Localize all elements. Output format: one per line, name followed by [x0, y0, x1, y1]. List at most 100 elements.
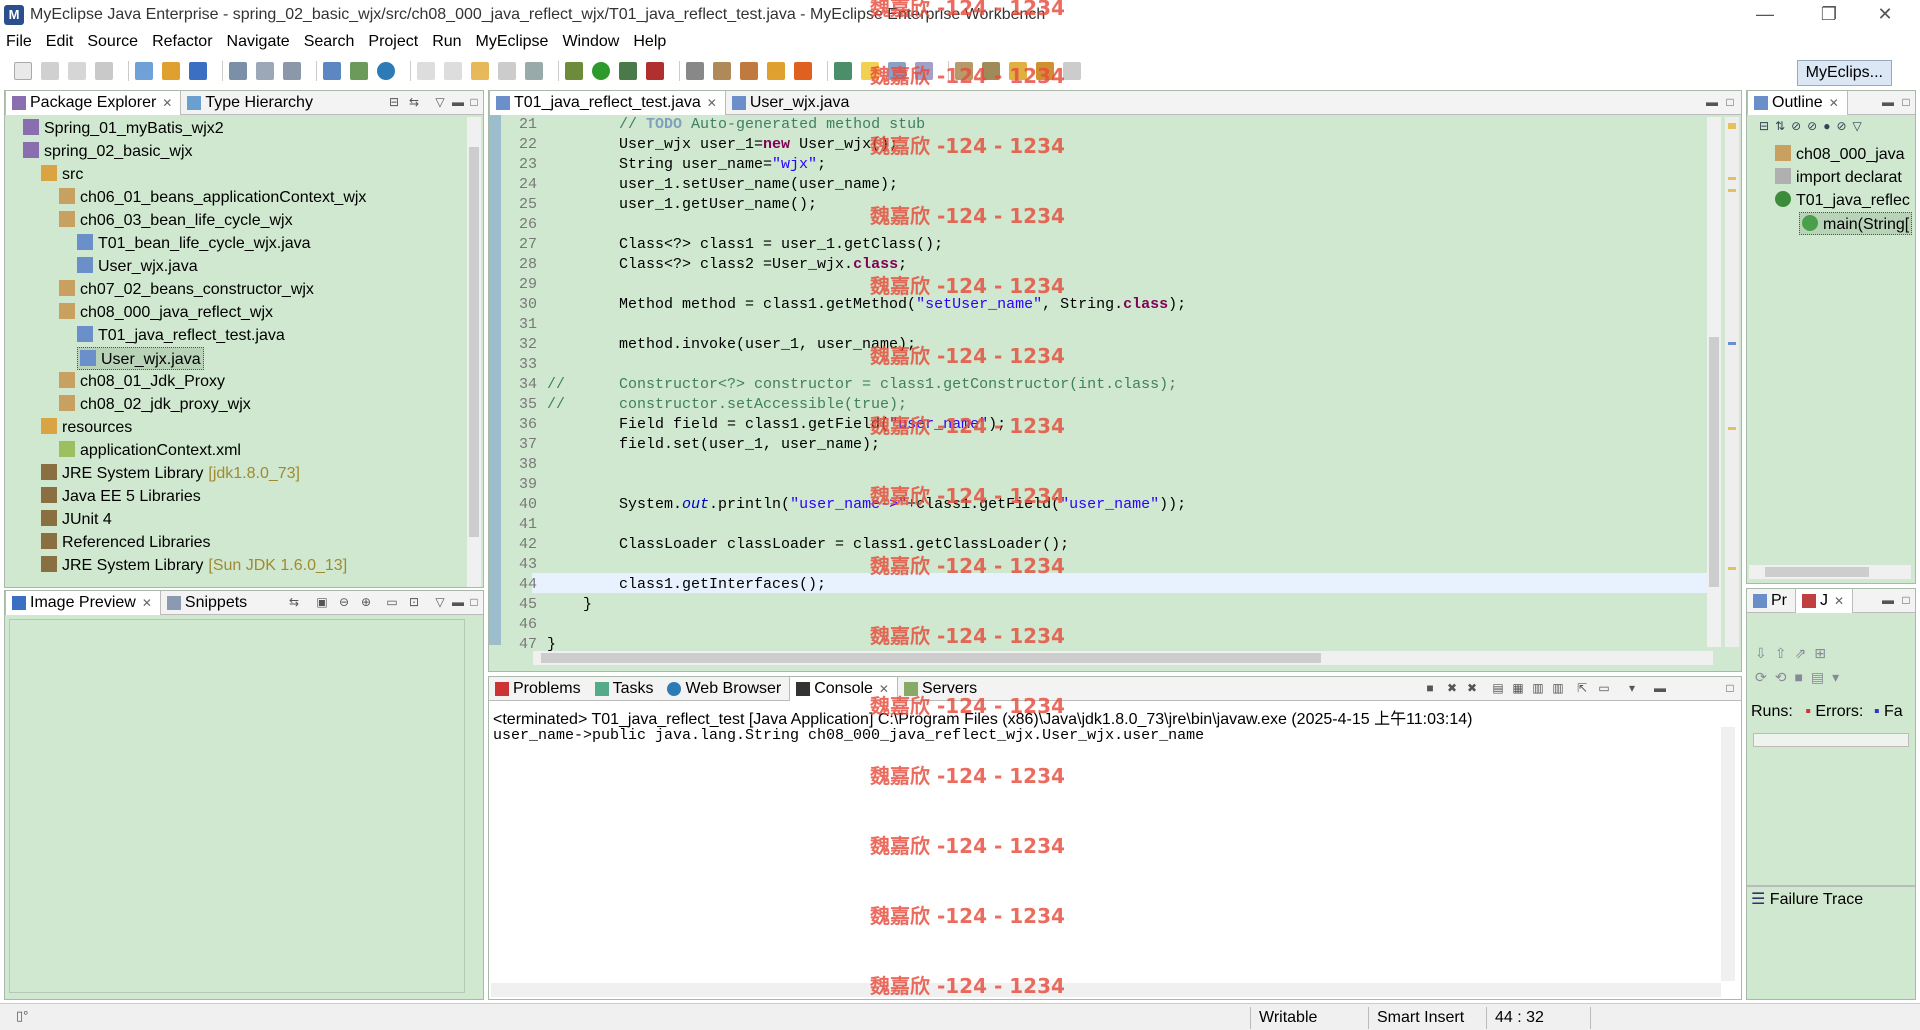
show-whitespace-icon[interactable]	[915, 62, 933, 80]
tab-image-preview[interactable]: Image Preview ✕	[5, 590, 161, 615]
task-icon[interactable]	[740, 62, 758, 80]
zoom-out-icon[interactable]: ⊖	[337, 595, 351, 609]
code-line[interactable]: 22 User_wjx user_1=new User_wjx();	[503, 135, 1703, 155]
menu-file[interactable]: File	[6, 33, 32, 51]
console-output[interactable]: user_name->public java.lang.String ch08_…	[493, 727, 1204, 744]
tree-item[interactable]: ch07_02_beans_constructor_wjx	[59, 278, 314, 301]
tab-web-browser[interactable]: Web Browser	[661, 677, 789, 701]
menu-project[interactable]: Project	[368, 33, 418, 51]
actual-size-icon[interactable]: ▭	[385, 595, 399, 609]
block-selection-icon[interactable]	[888, 62, 906, 80]
previous-annotation-icon[interactable]	[982, 62, 1000, 80]
outline-item-class[interactable]: T01_java_reflec	[1775, 189, 1910, 212]
close-icon[interactable]: ✕	[707, 91, 717, 115]
code-line[interactable]: 40 System.out.println("user_name->"+clas…	[503, 495, 1703, 515]
web-icon[interactable]	[256, 62, 274, 80]
warning-marker[interactable]	[1728, 123, 1736, 129]
code-line[interactable]: 35 // constructor.setAccessible(true);	[503, 395, 1703, 415]
clear-console-icon[interactable]: ▤	[1491, 681, 1505, 695]
debug-icon[interactable]	[565, 62, 583, 80]
occurrence-marker[interactable]	[1728, 342, 1736, 345]
code-line[interactable]: 31	[503, 315, 1703, 335]
minimize-view-icon[interactable]: ▬	[1881, 593, 1895, 607]
tree-item[interactable]: ch08_000_java_reflect_wjx	[59, 301, 273, 324]
fast-view-icon[interactable]: ▯°	[16, 1008, 28, 1024]
save-icon[interactable]	[41, 62, 59, 80]
tab-tasks[interactable]: Tasks	[589, 677, 662, 701]
menu-window[interactable]: Window	[562, 33, 619, 51]
code-line[interactable]: 27 Class<?> class1 = user_1.getClass();	[503, 235, 1703, 255]
console-horizontal-scrollbar[interactable]	[491, 983, 1721, 997]
forward-edit-icon[interactable]	[444, 62, 462, 80]
maximize-view-icon[interactable]: □	[1899, 593, 1913, 607]
code-line[interactable]: 46	[503, 615, 1703, 635]
close-button[interactable]: ✕	[1860, 0, 1910, 30]
tree-item[interactable]: ch06_03_bean_life_cycle_wjx	[59, 209, 293, 232]
sync-icon[interactable]: ⇆	[287, 595, 301, 609]
menu-edit[interactable]: Edit	[46, 33, 74, 51]
tab-outline[interactable]: Outline ✕	[1747, 90, 1848, 115]
code-line[interactable]: 21 // TODO Auto-generated method stub	[503, 115, 1703, 135]
code-line[interactable]: 44 class1.getInterfaces();	[503, 575, 1703, 595]
tree-item[interactable]: Referenced Libraries	[41, 531, 211, 554]
code-line[interactable]: 24 user_1.setUser_name(user_name);	[503, 175, 1703, 195]
tab-type-hierarchy[interactable]: Type Hierarchy	[181, 91, 321, 115]
monitor-icon[interactable]	[525, 62, 543, 80]
tab-junit[interactable]: J ✕	[1795, 588, 1854, 613]
tree-item[interactable]: JRE System Library [Sun JDK 1.6.0_13]	[41, 554, 347, 577]
deploy-icon[interactable]	[189, 62, 207, 80]
close-icon[interactable]: ✕	[162, 91, 172, 115]
outline-horizontal-scrollbar[interactable]	[1749, 565, 1911, 579]
external-tools-icon[interactable]	[646, 62, 664, 80]
save-all-icon[interactable]	[68, 62, 86, 80]
server-icon[interactable]	[229, 62, 247, 80]
code-line[interactable]: 33	[503, 355, 1703, 375]
new-icon[interactable]	[14, 62, 32, 80]
globe-icon[interactable]	[377, 62, 395, 80]
code-area[interactable]: 21 // TODO Auto-generated method stub 22 …	[503, 115, 1713, 655]
run-last-icon[interactable]	[619, 62, 637, 80]
pin-console-icon[interactable]: ⇱	[1575, 681, 1589, 695]
view-menu-icon[interactable]: ▽	[433, 95, 447, 109]
remove-all-icon[interactable]: ✖	[1465, 681, 1479, 695]
display-console-icon[interactable]: ▭	[1597, 681, 1611, 695]
code-line[interactable]: 43	[503, 555, 1703, 575]
minimize-view-icon[interactable]: ▬	[1705, 95, 1719, 109]
code-line[interactable]: 37 field.set(user_1, user_name);	[503, 435, 1703, 455]
close-icon[interactable]: ✕	[1834, 589, 1844, 613]
perspective-icon[interactable]	[350, 62, 368, 80]
menu-help[interactable]: Help	[633, 33, 666, 51]
view-menu-icon[interactable]: ▽	[433, 595, 447, 609]
scrollbar-thumb[interactable]	[1709, 337, 1719, 587]
warning-marker[interactable]	[1728, 567, 1736, 570]
code-line[interactable]: 45 }	[503, 595, 1703, 615]
fit-window-icon[interactable]: ⊡	[407, 595, 421, 609]
scrollbar-thumb[interactable]	[1765, 567, 1869, 577]
editor-vertical-scrollbar[interactable]	[1707, 117, 1721, 647]
tree-item[interactable]: T01_bean_life_cycle_wjx.java	[77, 232, 311, 255]
code-line[interactable]: 25 user_1.getUser_name();	[503, 195, 1703, 215]
tab-problems[interactable]: Problems	[489, 677, 589, 701]
back-icon[interactable]	[1036, 62, 1054, 80]
open-console-icon[interactable]: ▾	[1625, 681, 1639, 695]
refresh-icon[interactable]	[498, 62, 516, 80]
search-icon[interactable]	[283, 62, 301, 80]
show-stdout-icon[interactable]: ▥	[1531, 681, 1545, 695]
code-line[interactable]: 29	[503, 275, 1703, 295]
tree-item[interactable]: spring_02_basic_wjx	[23, 140, 193, 163]
outline-item-package[interactable]: ch08_000_java	[1775, 143, 1905, 166]
warning-marker[interactable]	[1728, 427, 1736, 430]
tree-scrollbar[interactable]	[467, 117, 481, 587]
menu-run[interactable]: Run	[432, 33, 461, 51]
tab-snippets[interactable]: Snippets	[161, 591, 255, 615]
code-line[interactable]: 26	[503, 215, 1703, 235]
tab-package-explorer[interactable]: Package Explorer ✕	[5, 90, 182, 115]
tree-item[interactable]: Java EE 5 Libraries	[41, 485, 201, 508]
outline-toolbar[interactable]: ⊟⇅⊘⊘●⊘▽	[1759, 119, 1909, 137]
maximize-view-icon[interactable]: □	[467, 95, 481, 109]
minimize-view-icon[interactable]: ▬	[1653, 681, 1667, 695]
open-type-hierarchy-icon[interactable]	[686, 62, 704, 80]
code-line[interactable]: 41	[503, 515, 1703, 535]
tree-item[interactable]: User_wjx.java	[77, 347, 204, 370]
tab-pr[interactable]: Pr	[1747, 589, 1795, 613]
